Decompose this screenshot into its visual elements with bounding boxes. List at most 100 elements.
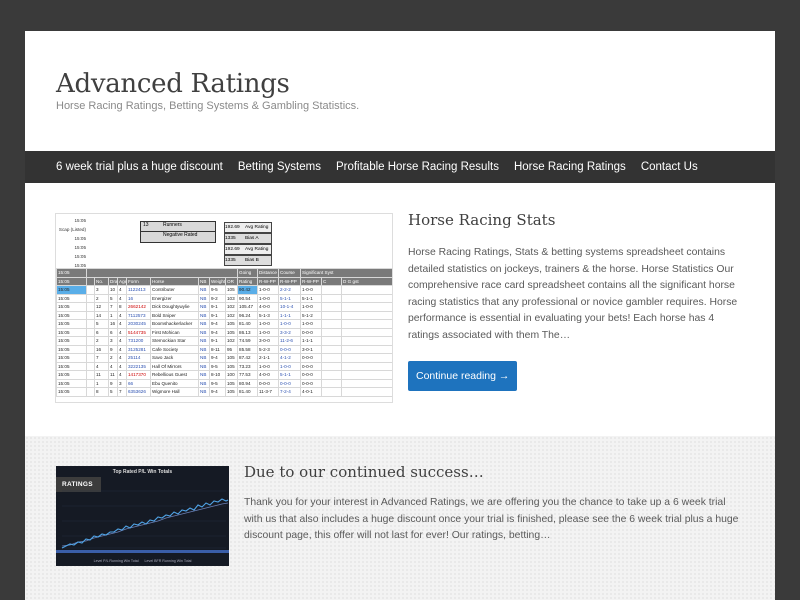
spreadsheet-cell: 1-0-0 [257, 293, 280, 303]
spreadsheet-cell [321, 302, 343, 312]
spreadsheet-header-cell [86, 276, 95, 286]
spreadsheet-cell: 7112573 [126, 310, 151, 320]
spreadsheet-cell: 4 [117, 285, 127, 295]
spreadsheet-cell: 9-4 [209, 387, 226, 397]
spreadsheet-cell: 1-1-1 [300, 336, 323, 346]
spreadsheet-cell: 86.13 [237, 327, 259, 337]
spreadsheet-cell [321, 293, 343, 303]
spreadsheet-cell: 0-0-0 [300, 353, 323, 363]
spreadsheet-cell: 9-4 [209, 319, 226, 329]
spreadsheet-cell: 4 [117, 327, 127, 337]
spreadsheet-cell: 102 [224, 302, 239, 312]
group-header-distance: Distance [257, 268, 280, 278]
header-gst: gst [352, 278, 359, 284]
spreadsheet-cell [341, 387, 392, 397]
spreadsheet-cell: 1 [94, 378, 109, 388]
spreadsheet-cell: 4 [117, 361, 127, 371]
spreadsheet-cell: 9-1 [209, 310, 226, 320]
spreadsheet-cell: 5144735 [126, 327, 151, 337]
nav-item-profitable-results[interactable]: Profitable Horse Racing Results [336, 161, 499, 173]
spreadsheet-cell: 1417370 [126, 370, 151, 380]
summary-box: 13 Runners Negative Rated [140, 221, 216, 243]
spreadsheet-cell: NB [198, 378, 210, 388]
post-title[interactable]: Due to our continued success… [244, 463, 744, 481]
spreadsheet-cell [321, 361, 343, 371]
spreadsheet-cell: 3125281 [126, 344, 151, 354]
spreadsheet-cell: 4 [117, 370, 127, 380]
spreadsheet-cell: Contributer [150, 285, 199, 295]
header-or: OR [224, 276, 239, 286]
nav-item-horse-racing-ratings[interactable]: Horse Racing Ratings [514, 161, 626, 173]
spreadsheet-cell: 11 [94, 370, 109, 380]
spreadsheet-cell: Dick Doughtywylie [150, 302, 199, 312]
spreadsheet-cell: 16 [108, 319, 118, 329]
spreadsheet-cell: 0-0-0 [300, 370, 323, 380]
spreadsheet-cell: 8-11 [209, 344, 226, 354]
spreadsheet-cell: 9-4 [209, 327, 226, 337]
spreadsheet-cell: 105 [224, 378, 239, 388]
group-header-systems: Significant Syst [300, 268, 392, 278]
spreadsheet-cell: 66 [126, 378, 151, 388]
spreadsheet-cell: NB [198, 319, 210, 329]
spreadsheet-cell: 5 [108, 293, 118, 303]
spreadsheet-cell: 1-0-0 [257, 361, 280, 371]
spreadsheet-cell: 87.42 [237, 353, 259, 363]
spreadsheet-row: 15:05 6 6 4 5144735 First Mohican NB 9-4 105 86.1… [56, 327, 392, 337]
negative-label: Negative Rated [163, 232, 198, 238]
spreadsheet-cell: 10-1-4 [278, 302, 302, 312]
page: Advanced Ratings Horse Racing Ratings, B… [25, 31, 775, 600]
summary-row-runners: 13 Runners [141, 222, 215, 232]
spreadsheet-cell: 1-1-1 [278, 310, 302, 320]
spreadsheet-cell [341, 302, 392, 312]
spreadsheet-thumbnail[interactable]: 15:05 Scap (Listed) 15:05 15:05 15:05 15:05 … [55, 213, 393, 403]
spreadsheet-cell: 1-0-0 [278, 361, 302, 371]
avg-rating-label: Avg Rating [245, 225, 269, 230]
continue-reading-button[interactable]: Continue reading → [408, 360, 518, 391]
post-title[interactable]: Horse Racing Stats [408, 211, 744, 229]
spreadsheet-row: 15:05 8 5 7 6353626 Wigmore Hall NB 9-4 105 81.40… [56, 387, 392, 397]
header-age: Age [117, 276, 127, 286]
spreadsheet-cell [341, 378, 392, 388]
spreadsheet-cell: 1-0-0 [257, 327, 280, 337]
bias-a-label: Bias A [245, 236, 259, 241]
spreadsheet-cell [86, 302, 95, 312]
spreadsheet-row: 15:05 2 3 4 731200 Stemockian Star NB 9-1 102 74.… [56, 336, 392, 346]
nav-item-betting-systems[interactable]: Betting Systems [238, 161, 321, 173]
spreadsheet-cell: 1-0-0 [257, 285, 280, 295]
spreadsheet-cell: 731200 [126, 336, 151, 346]
spreadsheet-cell: 9 [108, 344, 118, 354]
avg-rating-value-2: 192.69 [225, 247, 240, 252]
spreadsheet-cell: 73.23 [237, 361, 259, 371]
spreadsheet-cell: 105 [224, 327, 239, 337]
spreadsheet-header-cell: 15:05 [56, 268, 87, 278]
spreadsheet-table: 15:05 Going Distance Course Significant … [56, 268, 392, 397]
ratings-chart-thumbnail[interactable]: Top Rated P/L Win Totals RATINGS Level P… [56, 466, 229, 566]
site-title[interactable]: Advanced Ratings [56, 69, 744, 99]
spreadsheet-cell: NB [198, 302, 210, 312]
spreadsheet-cell: NB [198, 310, 210, 320]
nav-item-contact-us[interactable]: Contact Us [641, 161, 698, 173]
header-d: D [343, 278, 347, 284]
spreadsheet-cell: First Mohican [150, 327, 199, 337]
spreadsheet-cell: 9-5 [209, 285, 226, 295]
spreadsheet-cell: 7-2-4 [278, 387, 302, 397]
spreadsheet-cell: 15:05 [56, 327, 87, 337]
time-column-top: 15:05 Scap (Listed) 15:05 15:05 15:05 15:05 [58, 218, 86, 268]
rating-summary-row: 1335 Bias B [224, 255, 272, 266]
spreadsheet-cell [86, 310, 95, 320]
spreadsheet-cell: 0-0-0 [278, 378, 302, 388]
spreadsheet-cell: Energizer [150, 293, 199, 303]
spreadsheet-cell: 4 [117, 336, 127, 346]
spreadsheet-cell: 3222135 [126, 361, 151, 371]
spreadsheet-cell: 6 [94, 327, 109, 337]
nav-item-trial-discount[interactable]: 6 week trial plus a huge discount [56, 161, 223, 173]
spreadsheet-cell: Bold Sniper [150, 310, 199, 320]
spreadsheet-cell: 4 [108, 361, 118, 371]
ratings-summary: 192.69 Avg Rating 1335 Bias A 192.69 Avg Ra… [224, 222, 272, 266]
chart-axis-band [56, 550, 229, 553]
post-continued-success: Top Rated P/L Win Totals RATINGS Level P… [25, 436, 775, 600]
runners-count: 13 [143, 222, 149, 228]
header-distance-rwp: R-W-PP [278, 276, 302, 286]
spreadsheet-cell: 4 [117, 319, 127, 329]
spreadsheet-cell: 15:05 [56, 353, 87, 363]
